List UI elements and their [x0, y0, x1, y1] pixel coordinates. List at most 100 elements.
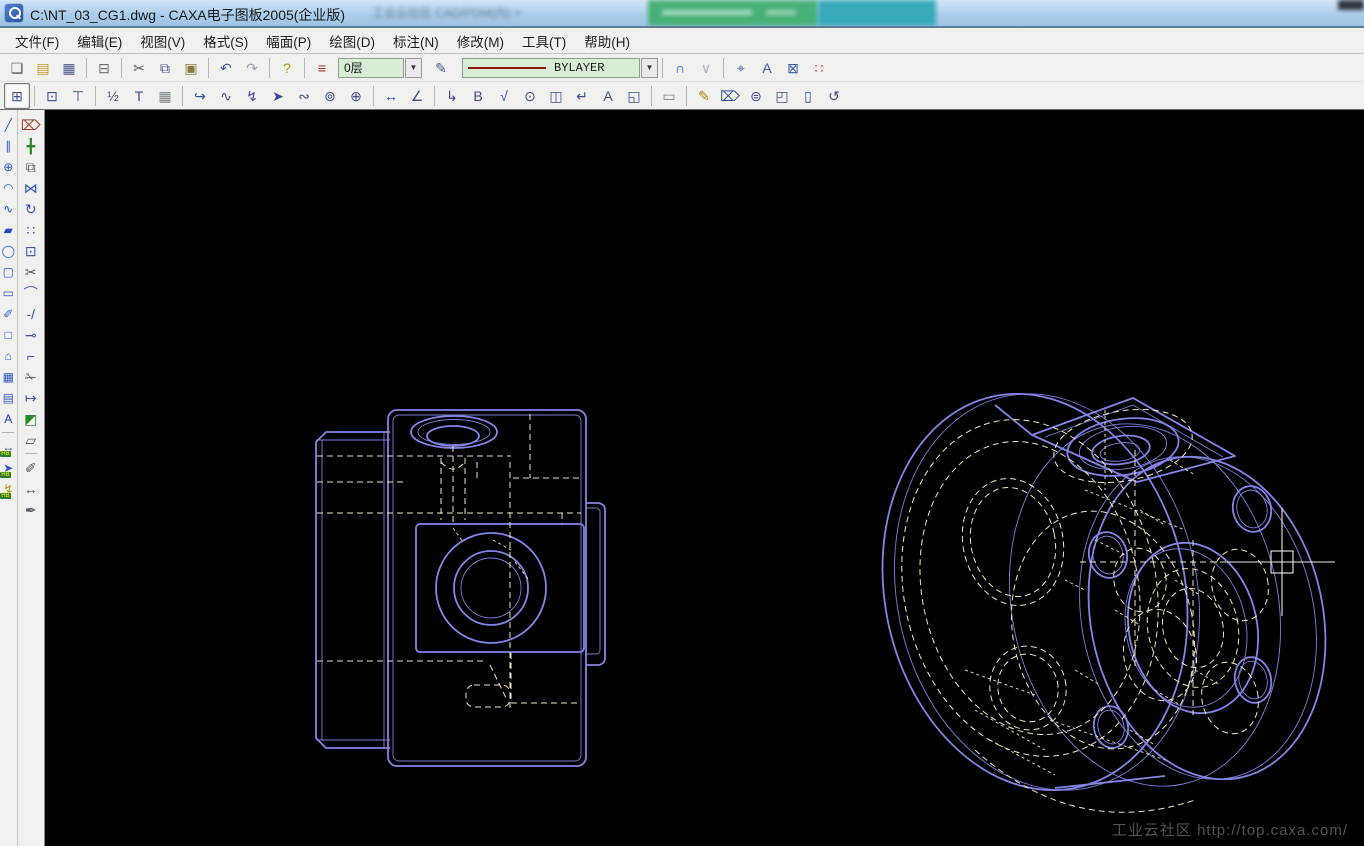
fillet-tool[interactable]: ⌒ [19, 282, 43, 303]
zoom-page[interactable]: ▯ [795, 83, 821, 109]
layer-manager[interactable]: ≡ [309, 55, 335, 81]
ellipse-tool[interactable]: ◯ [0, 240, 16, 261]
help[interactable]: ? [274, 55, 300, 81]
zoom-previous[interactable]: ↺ [821, 83, 847, 109]
center-mark[interactable]: ⊕ [343, 83, 369, 109]
text-tool[interactable]: A [0, 408, 16, 429]
block-tool[interactable]: ▤ [0, 387, 16, 408]
dynamic-snap[interactable]: ∨ [693, 55, 719, 81]
fill-tool[interactable]: ▰ [0, 219, 16, 240]
slot-tool[interactable]: ▭ [0, 282, 16, 303]
menu-modify[interactable]: 修改(M) [448, 28, 513, 54]
drawing-area[interactable]: 工业云社区 http://top.caxa.com/ [45, 110, 1364, 846]
polyline-arrow[interactable]: ↪ [187, 83, 213, 109]
menu-tools[interactable]: 工具(T) [513, 28, 575, 54]
leader-arrow[interactable]: ↵ [569, 83, 595, 109]
ruler-tool[interactable]: ▭ [656, 83, 682, 109]
dim-angle[interactable]: ∠ [404, 83, 430, 109]
dim-text-tool[interactable]: ➤ HB [0, 457, 16, 478]
refresh-view[interactable]: ∷ [806, 55, 832, 81]
arc-tool[interactable]: ◠ [0, 177, 16, 198]
polygon-tool[interactable]: ⌂ [0, 345, 16, 366]
object-edit[interactable]: ⌦ [717, 83, 743, 109]
save-file[interactable]: ▦ [56, 55, 82, 81]
ortho-mode[interactable]: ∩ [667, 55, 693, 81]
dim-linear[interactable]: ↔ [378, 83, 404, 109]
dim-edit-tool[interactable]: ✐ [19, 457, 43, 478]
offset-tool[interactable]: ⊡ [19, 240, 43, 261]
trim-tool[interactable]: ✂ [19, 261, 43, 282]
zigzag-line[interactable]: ↯ [239, 83, 265, 109]
erase-tool[interactable]: ⌦ [19, 114, 43, 135]
new-file[interactable]: ❏ [4, 55, 30, 81]
tolerance-frame[interactable]: ◫ [543, 83, 569, 109]
extend-tool[interactable]: ⊸ [19, 324, 43, 345]
zoom-box[interactable]: ◰ [769, 83, 795, 109]
dim-update-tool[interactable]: ↔ [19, 478, 43, 499]
print[interactable]: ⊟ [91, 55, 117, 81]
linestyle-manager[interactable]: ✎ [428, 55, 454, 81]
wave-line[interactable]: ∿ [213, 83, 239, 109]
layer-combo[interactable]: 0层 [338, 58, 404, 78]
parallel-line-tool[interactable]: ∥ [0, 135, 16, 156]
menu-sheet[interactable]: 幅面(P) [257, 28, 320, 54]
menu-dimension[interactable]: 标注(N) [384, 28, 448, 54]
datum-symbol[interactable]: B [465, 83, 491, 109]
dim-tool[interactable]: ↔ HB [0, 436, 16, 457]
menu-help[interactable]: 帮助(H) [575, 28, 639, 54]
copy-object-tool[interactable]: ⧉ [19, 156, 43, 177]
move-tool[interactable]: ╋ [19, 135, 43, 156]
dim-style[interactable]: ½ [100, 83, 126, 109]
open-folder[interactable]: ▤ [30, 55, 56, 81]
line-tool[interactable]: ╱ [0, 114, 16, 135]
circle-tool[interactable]: ⊕ [0, 156, 16, 177]
menu-view[interactable]: 视图(V) [131, 28, 194, 54]
undo[interactable]: ↶ [213, 55, 239, 81]
menu-edit[interactable]: 编辑(E) [68, 28, 131, 54]
freehand-line[interactable]: ∾ [291, 83, 317, 109]
corner-tool[interactable]: ⌐ [19, 345, 43, 366]
text-style[interactable]: T [126, 83, 152, 109]
sketch-edit[interactable]: ✎ [691, 83, 717, 109]
quick-dim-tool[interactable]: ↯ HB [0, 478, 16, 499]
hatch-tool[interactable]: ▦ [0, 366, 16, 387]
polyline-pen-tool[interactable]: ✐ [0, 303, 16, 324]
break-tool[interactable]: ✁ [19, 366, 43, 387]
menu-file[interactable]: 文件(F) [6, 28, 68, 54]
block-edit-tool[interactable]: ◩ [19, 408, 43, 429]
layer-combo-arrow[interactable]: ▼ [405, 58, 422, 78]
mirror-tool[interactable]: ⋈ [19, 177, 43, 198]
linestyle-combo-arrow[interactable]: ▼ [641, 58, 658, 78]
zoom-annotation[interactable]: A [754, 55, 780, 81]
format-brush-tool[interactable]: ✒ [19, 499, 43, 520]
leader-text[interactable]: ↳ [439, 83, 465, 109]
title-bar[interactable]: C:\NT_03_CG1.dwg - CAXA电子图板2005(企业版) 工业云… [0, 0, 1364, 28]
zoom-window[interactable]: ⊡ [39, 83, 65, 109]
stretch-tool[interactable]: ↦ [19, 387, 43, 408]
menu-format[interactable]: 格式(S) [194, 28, 257, 54]
view-text[interactable]: ⊤ [65, 83, 91, 109]
linestyle-combo[interactable]: BYLAYER [462, 58, 640, 78]
copy[interactable]: ⧉ [152, 55, 178, 81]
arrow-tool[interactable]: ➤ [265, 83, 291, 109]
drawing-canvas[interactable] [45, 110, 1364, 846]
rotate-tool[interactable]: ↻ [19, 198, 43, 219]
rounded-rect-tool[interactable]: ▢ [0, 261, 16, 282]
shear-tool[interactable]: ▱ [19, 429, 43, 450]
cut[interactable]: ✂ [126, 55, 152, 81]
menu-draw[interactable]: 绘图(D) [320, 28, 384, 54]
detail-view[interactable]: ◱ [621, 83, 647, 109]
view-translate[interactable]: ⊠ [780, 55, 806, 81]
style-manager[interactable]: ▦ [152, 83, 178, 109]
chamfer-tool[interactable]: -/ [19, 303, 43, 324]
weld-symbol[interactable]: ⊙ [517, 83, 543, 109]
array-tool[interactable]: ∷ [19, 219, 43, 240]
redo[interactable]: ↷ [239, 55, 265, 81]
paste[interactable]: ▣ [178, 55, 204, 81]
surface-finish[interactable]: √ [491, 83, 517, 109]
zoom-dynamic[interactable]: ⊜ [743, 83, 769, 109]
text-angle[interactable]: A [595, 83, 621, 109]
spline-tool[interactable]: ∿ [0, 198, 16, 219]
fit-view[interactable]: ⊞ [4, 83, 30, 109]
dynamic-pan[interactable]: ⌖ [728, 55, 754, 81]
